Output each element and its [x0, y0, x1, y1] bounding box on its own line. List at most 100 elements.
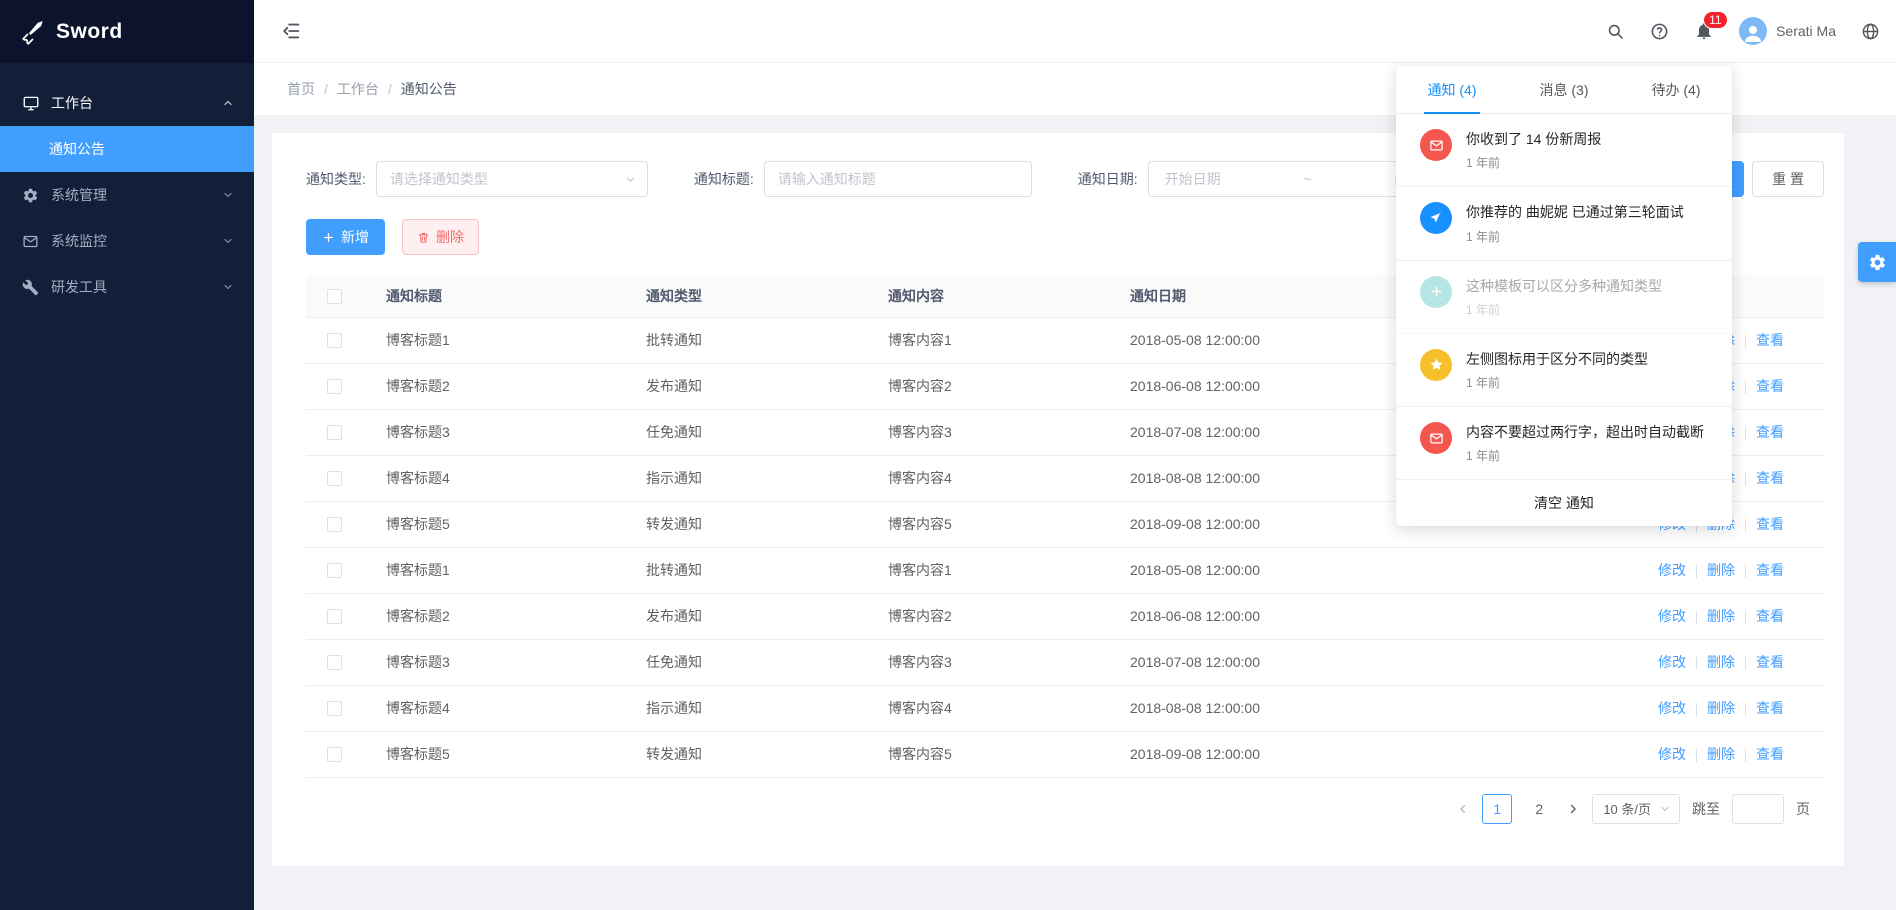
cell-content: 博客内容1 [864, 547, 1106, 593]
notification-item-read[interactable]: 这种模板可以区分多种通知类型 1 年前 [1396, 261, 1732, 334]
page-number-2[interactable]: 2 [1524, 794, 1554, 824]
theme-settings-button[interactable] [1858, 242, 1896, 282]
view-link[interactable]: 查看 [1756, 424, 1784, 440]
notification-item[interactable]: 内容不要超过两行字，超出时自动截断 1 年前 [1396, 407, 1732, 480]
cell-content: 博客内容5 [864, 501, 1106, 547]
help-icon[interactable] [1650, 22, 1669, 41]
reset-button-label: 重 置 [1772, 169, 1804, 189]
view-link[interactable]: 查看 [1756, 332, 1784, 348]
prev-page-icon[interactable] [1456, 802, 1470, 816]
edit-link[interactable]: 修改 [1658, 746, 1686, 762]
tab-todos[interactable]: 待办 (4) [1620, 66, 1732, 113]
row-checkbox[interactable] [327, 609, 342, 624]
delete-link[interactable]: 删除 [1707, 562, 1735, 578]
pagination: 1 2 10 条/页 跳至 页 [306, 794, 1824, 824]
cell-content: 博客内容4 [864, 455, 1106, 501]
globe-icon[interactable] [1861, 22, 1880, 41]
cell-type: 发布通知 [622, 363, 864, 409]
clear-notifications-button[interactable]: 清空 通知 [1396, 480, 1732, 526]
active-tab-indicator [1424, 112, 1480, 114]
mail-icon [1420, 422, 1452, 454]
action-divider [1696, 657, 1697, 670]
select-all-checkbox[interactable] [327, 289, 342, 304]
date-filter-label: 通知日期: [1078, 169, 1138, 189]
row-checkbox[interactable] [327, 379, 342, 394]
action-divider [1696, 565, 1697, 578]
next-page-icon[interactable] [1566, 802, 1580, 816]
breadcrumb-home[interactable]: 首页 [287, 79, 315, 99]
row-checkbox[interactable] [327, 747, 342, 762]
edit-link[interactable]: 修改 [1658, 608, 1686, 624]
delete-link[interactable]: 删除 [1707, 700, 1735, 716]
type-select[interactable]: 请选择通知类型 [376, 161, 648, 197]
cell-title: 博客标题4 [362, 455, 622, 501]
delete-button[interactable]: 删除 [402, 219, 479, 255]
row-checkbox[interactable] [327, 563, 342, 578]
row-checkbox[interactable] [327, 655, 342, 670]
col-header-content: 通知内容 [864, 275, 1106, 317]
mail-monitor-icon [22, 232, 40, 250]
view-link[interactable]: 查看 [1756, 608, 1784, 624]
table-row: 博客标题3 任免通知 博客内容3 2018-07-08 12:00:00 修改删… [306, 639, 1824, 685]
sidebar-item-dev-tools[interactable]: 研发工具 [0, 264, 254, 310]
row-checkbox[interactable] [327, 471, 342, 486]
sidebar-item-system-monitor[interactable]: 系统监控 [0, 218, 254, 264]
user-name: Serati Ma [1776, 23, 1836, 39]
chevron-down-icon [222, 235, 234, 247]
notification-item[interactable]: 你推荐的 曲妮妮 已通过第三轮面试 1 年前 [1396, 187, 1732, 260]
view-link[interactable]: 查看 [1756, 654, 1784, 670]
add-button[interactable]: 新增 [306, 219, 385, 255]
sidebar-item-label: 系统管理 [51, 185, 222, 205]
cell-type: 批转通知 [622, 547, 864, 593]
page-number-1[interactable]: 1 [1482, 794, 1512, 824]
title-filter-input[interactable] [765, 162, 1031, 196]
sidebar-item-label: 研发工具 [51, 277, 222, 297]
breadcrumb-workbench[interactable]: 工作台 [337, 79, 379, 99]
user-menu[interactable]: Serati Ma [1739, 17, 1836, 45]
search-icon[interactable] [1606, 22, 1625, 41]
view-link[interactable]: 查看 [1756, 562, 1784, 578]
view-link[interactable]: 查看 [1756, 700, 1784, 716]
cell-title: 博客标题2 [362, 593, 622, 639]
view-link[interactable]: 查看 [1756, 516, 1784, 532]
tab-messages[interactable]: 消息 (3) [1508, 66, 1620, 113]
col-header-title: 通知标题 [362, 275, 622, 317]
view-link[interactable]: 查看 [1756, 378, 1784, 394]
cell-title: 博客标题5 [362, 501, 622, 547]
edit-link[interactable]: 修改 [1658, 562, 1686, 578]
sidebar-item-system-management[interactable]: 系统管理 [0, 172, 254, 218]
sidebar: Sword 工作台 通知公告 系统管理 [0, 0, 254, 910]
action-divider [1745, 473, 1746, 486]
row-checkbox[interactable] [327, 425, 342, 440]
row-checkbox[interactable] [327, 517, 342, 532]
bell-icon[interactable]: 11 [1694, 21, 1714, 41]
notification-item[interactable]: 你收到了 14 份新周报 1 年前 [1396, 114, 1732, 187]
brand-title: Sword [56, 20, 123, 44]
cell-type: 任免通知 [622, 409, 864, 455]
row-checkbox[interactable] [327, 701, 342, 716]
table-row: 博客标题5 转发通知 博客内容5 2018-09-08 12:00:00 修改删… [306, 731, 1824, 777]
delete-link[interactable]: 删除 [1707, 746, 1735, 762]
view-link[interactable]: 查看 [1756, 470, 1784, 486]
action-divider [1745, 565, 1746, 578]
view-link[interactable]: 查看 [1756, 746, 1784, 762]
sidebar-item-workbench[interactable]: 工作台 [0, 80, 254, 126]
delete-link[interactable]: 删除 [1707, 608, 1735, 624]
reset-button[interactable]: 重 置 [1752, 161, 1824, 197]
delete-link[interactable]: 删除 [1707, 654, 1735, 670]
page-size-select[interactable]: 10 条/页 [1592, 794, 1680, 824]
logo[interactable]: Sword [0, 0, 254, 63]
jump-page-input[interactable] [1732, 794, 1784, 824]
action-divider [1696, 749, 1697, 762]
edit-link[interactable]: 修改 [1658, 654, 1686, 670]
row-checkbox[interactable] [327, 333, 342, 348]
mail-icon [1420, 129, 1452, 161]
cell-title: 博客标题3 [362, 409, 622, 455]
action-divider [1696, 611, 1697, 624]
notification-item[interactable]: 左侧图标用于区分不同的类型 1 年前 [1396, 334, 1732, 407]
tab-notifications[interactable]: 通知 (4) [1396, 66, 1508, 113]
notification-title: 这种模板可以区分多种通知类型 [1466, 276, 1662, 296]
edit-link[interactable]: 修改 [1658, 700, 1686, 716]
sidebar-item-notice-board[interactable]: 通知公告 [0, 126, 254, 172]
collapse-sidebar-icon[interactable] [280, 20, 302, 42]
